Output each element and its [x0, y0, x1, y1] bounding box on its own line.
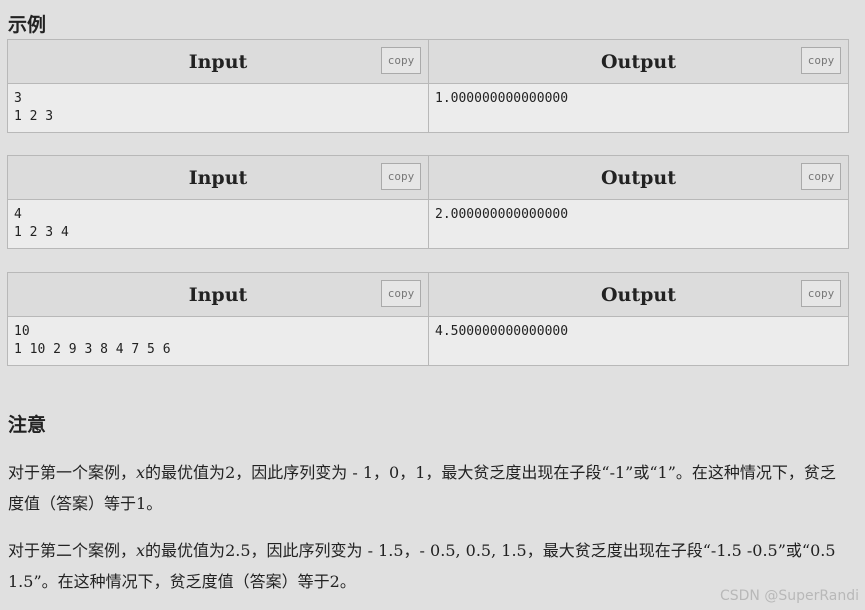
- note-text: ，因此序列变为: [250, 541, 363, 560]
- note-text: 。在这种情况下，贫乏度值（答案）等于: [41, 572, 330, 591]
- note-text: ，因此序列变为: [235, 463, 348, 482]
- math-answer: 1: [136, 494, 147, 513]
- output-label: Output: [600, 166, 677, 189]
- note-text: 。: [339, 572, 356, 591]
- sample-input-text[interactable]: 10 1 10 2 9 3 8 4 7 5 6: [8, 317, 428, 365]
- note-text: 。: [146, 494, 163, 513]
- sample-input-text[interactable]: 4 1 2 3 4: [8, 200, 428, 248]
- sample-output-column: Output copy 2.000000000000000: [428, 156, 848, 248]
- math-subsegment: “-1”: [601, 463, 634, 482]
- sample-input-column: Input copy 10 1 10 2 9 3 8 4 7 5 6: [8, 273, 428, 365]
- input-label: Input: [188, 283, 248, 306]
- sample-output-header: Output copy: [429, 40, 848, 84]
- math-sequence: - 1，0，1，: [347, 463, 442, 482]
- sample-input-column: Input copy 4 1 2 3 4: [8, 156, 428, 248]
- output-label: Output: [600, 50, 677, 73]
- note-text: 最大贫乏度出现在子段: [441, 463, 602, 482]
- note-text: 最大贫乏度出现在子段: [542, 541, 703, 560]
- note-text: 对于第二个案例，: [8, 541, 137, 560]
- sample-input-column: Input copy 3 1 2 3: [8, 40, 428, 132]
- math-subsegment: “1”: [649, 463, 676, 482]
- sample-output-text[interactable]: 4.500000000000000: [429, 317, 848, 365]
- note-text: 的最优值为: [145, 541, 226, 560]
- note-paragraph-1: 对于第一个案例，x的最优值为2，因此序列变为 - 1，0，1，最大贫乏度出现在子…: [8, 457, 838, 519]
- note-text: 的最优值为: [145, 463, 226, 482]
- math-variable: x: [136, 541, 146, 560]
- note-text: 或: [785, 541, 802, 560]
- sample-block-2: Input copy 4 1 2 3 4 Output copy 2.00000…: [7, 155, 849, 249]
- math-variable: x: [136, 463, 146, 482]
- copy-output-button[interactable]: copy: [801, 163, 841, 190]
- copy-input-button[interactable]: copy: [381, 163, 421, 190]
- copy-input-button[interactable]: copy: [381, 280, 421, 307]
- math-answer: 2: [329, 572, 340, 591]
- math-subsegment: “-1.5 -0.5”: [702, 541, 786, 560]
- output-label: Output: [600, 283, 677, 306]
- note-paragraph-2: 对于第二个案例，x的最优值为2.5，因此序列变为 - 1.5，- 0.5, 0.…: [8, 535, 838, 597]
- sample-input-text[interactable]: 3 1 2 3: [8, 84, 428, 132]
- sample-output-column: Output copy 4.500000000000000: [428, 273, 848, 365]
- watermark: CSDN @SuperRandi: [719, 588, 859, 604]
- sample-output-header: Output copy: [429, 156, 848, 200]
- sample-output-column: Output copy 1.000000000000000: [428, 40, 848, 132]
- sample-input-header: Input copy: [8, 156, 428, 200]
- copy-output-button[interactable]: copy: [801, 280, 841, 307]
- note-text: 对于第一个案例，: [8, 463, 137, 482]
- sample-block-3: Input copy 10 1 10 2 9 3 8 4 7 5 6 Outpu…: [7, 272, 849, 366]
- copy-input-button[interactable]: copy: [381, 47, 421, 74]
- copy-output-button[interactable]: copy: [801, 47, 841, 74]
- math-sequence: - 1.5，- 0.5, 0.5, 1.5，: [362, 541, 543, 560]
- sample-input-header: Input copy: [8, 273, 428, 317]
- sample-output-text[interactable]: 1.000000000000000: [429, 84, 848, 132]
- input-label: Input: [188, 166, 248, 189]
- notes-title: 注意: [8, 414, 47, 436]
- sample-input-header: Input copy: [8, 40, 428, 84]
- input-label: Input: [188, 50, 248, 73]
- note-text: 或: [633, 463, 650, 482]
- examples-title: 示例: [8, 14, 47, 36]
- math-value: 2.5: [225, 541, 251, 560]
- sample-output-header: Output copy: [429, 273, 848, 317]
- sample-block-1: Input copy 3 1 2 3 Output copy 1.0000000…: [7, 39, 849, 133]
- math-value: 2: [225, 463, 236, 482]
- sample-output-text[interactable]: 2.000000000000000: [429, 200, 848, 248]
